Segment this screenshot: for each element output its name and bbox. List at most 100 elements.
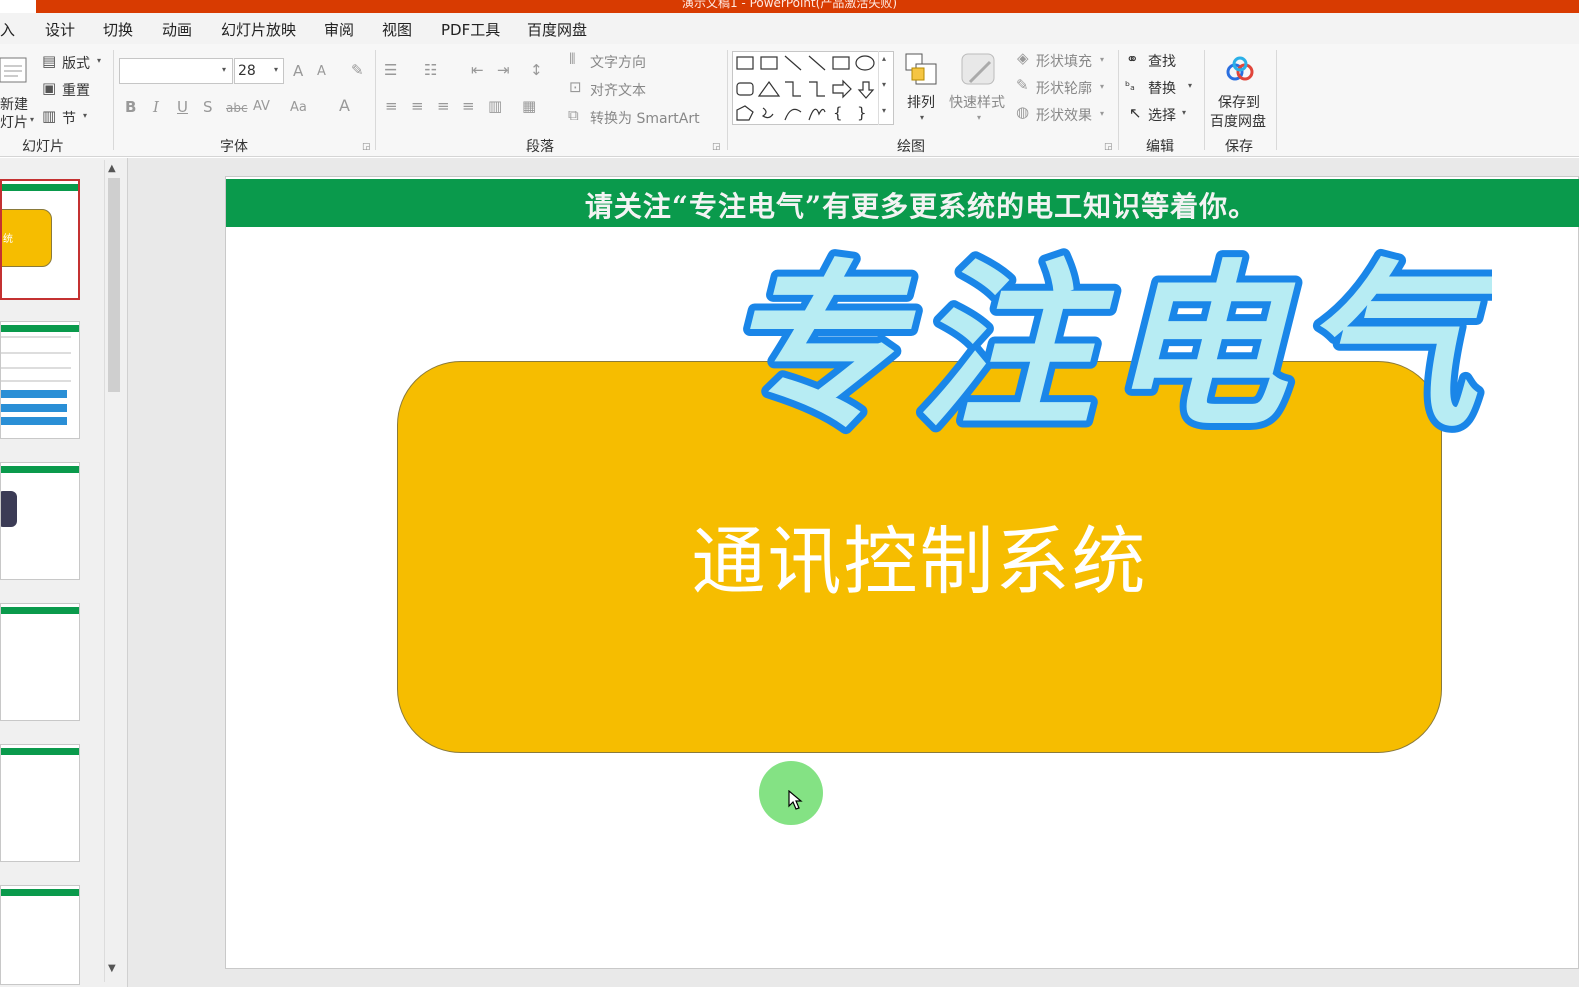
layout-icon: ▤ [42,52,57,70]
quick-styles-icon [961,53,995,85]
char-spacing-button[interactable]: AV [253,100,270,113]
align-text-label: 对齐文本 [590,83,646,99]
replace-icon: ᵇₐ [1125,79,1135,93]
smartart-icon: ⧉ [568,106,579,124]
tab-insert[interactable]: 入 [0,19,15,40]
svg-text:{: { [833,104,843,122]
align-center-icon[interactable]: ≡ [411,99,424,114]
tab-transitions[interactable]: 切换 [103,19,133,40]
font-color-button[interactable]: A [339,98,350,114]
dropdown-arrow-icon: ▾ [1100,82,1105,91]
font-size-input[interactable]: 28 ▾ [234,58,284,84]
group-divider [1204,50,1205,150]
tab-review[interactable]: 审阅 [324,19,354,40]
dropdown-arrow-icon: ▾ [1100,55,1105,64]
mouse-cursor-icon [788,790,803,810]
slide-thumbnail-1[interactable]: 统 [0,179,80,300]
underline-button[interactable]: U [177,100,188,115]
clear-format-icon[interactable]: ✎ [351,63,364,78]
binoculars-icon: ⚭ [1126,50,1139,68]
text-shadow-button[interactable]: S [203,100,213,115]
baidu-cloud-icon [1226,56,1254,81]
change-case-button[interactable]: Aa [290,101,307,114]
shapes-gallery[interactable]: { } [732,51,894,125]
thumbnail-banner [1,325,79,332]
grow-font-button[interactable]: A [293,64,303,79]
scroll-thumb[interactable] [108,178,120,392]
group-label-drawing: 绘图 [897,139,925,155]
svg-text:}: } [857,104,867,122]
thumbnail-banner [2,184,78,191]
font-name-input[interactable]: ▾ [119,58,233,84]
reset-icon: ▣ [42,79,57,97]
tab-animations[interactable]: 动画 [162,19,192,40]
tab-design[interactable]: 设计 [45,19,75,40]
dialog-launcher-icon[interactable]: ◲ [1104,142,1113,152]
slide-thumbnail-4[interactable] [0,603,80,721]
thumbnail-scrollbar[interactable]: ▲ ▼ [104,160,122,982]
group-divider [113,50,114,150]
dropdown-arrow-icon: ▾ [1100,109,1105,118]
slide-thumbnail-5[interactable] [0,744,80,862]
slide-thumbnail-2[interactable] [0,321,80,439]
ribbon: 新建 灯片 ▾ ▤ 版式 ▾ ▣ 重置 ▥ 节 ▾ 幻灯片 ▾ 28 ▾ A A… [0,44,1579,157]
dropdown-arrow-icon: ▾ [97,56,102,65]
distributed-icon[interactable]: ▥ [488,99,502,114]
quick-styles-label: 快速样式 [949,95,1005,111]
numbering-icon[interactable]: ☷ [424,63,437,78]
align-right-icon[interactable]: ≡ [437,99,450,114]
decrease-indent-icon[interactable]: ⇤ [471,63,484,78]
bold-button[interactable]: B [125,100,136,115]
italic-button[interactable]: I [153,100,159,115]
shapes-gallery-icons: { } [736,55,875,122]
shrink-font-button[interactable]: A [317,65,326,78]
find-label: 查找 [1148,54,1176,70]
ribbon-tabs: 入 设计 切换 动画 幻灯片放映 审阅 视图 PDF工具 百度网盘 [0,13,1579,44]
columns-icon[interactable]: ▦ [522,99,536,114]
tab-baidu-netdisk[interactable]: 百度网盘 [527,19,587,40]
section-label: 节 [62,111,76,127]
dialog-launcher-icon[interactable]: ◲ [712,142,721,152]
tab-pdf-tools[interactable]: PDF工具 [441,19,500,40]
window-title: 演示文稿1 - PowerPoint(产品激活失败) [681,0,898,10]
increase-indent-icon[interactable]: ⇥ [497,63,510,78]
dropdown-arrow-icon: ▾ [274,65,279,74]
bullets-icon[interactable]: ☰ [384,63,397,78]
justify-icon[interactable]: ≡ [462,99,475,114]
dropdown-arrow-icon: ▾ [920,113,925,122]
thumbnail-banner [1,466,79,473]
tab-view[interactable]: 视图 [382,19,412,40]
logo-wordart[interactable]: 专注电气 [722,239,1492,454]
paint-bucket-icon: ◈ [1017,49,1029,67]
slide-canvas[interactable]: 请关注“专注电气”有更多更系统的电工知识等着你。 通讯控制系统 专注电气 [225,176,1579,969]
dialog-launcher-icon[interactable]: ◲ [362,142,371,152]
layout-label: 版式 [62,56,90,72]
dropdown-arrow-icon: ▾ [83,111,88,120]
group-label-editing: 编辑 [1146,139,1174,155]
section-icon: ▥ [42,107,57,125]
slide-thumbnail-6[interactable] [0,885,80,985]
group-divider [375,50,376,150]
slide-banner[interactable]: 请关注“专注电气”有更多更系统的电工知识等着你。 [226,179,1579,227]
dropdown-arrow-icon: ▾ [977,113,982,122]
group-divider [1276,50,1277,150]
replace-label: 替换 [1148,81,1176,97]
title-bar: 演示文稿1 - PowerPoint(产品激活失败) [0,0,1579,13]
thumbnail-image [1,491,17,527]
line-spacing-icon[interactable]: ↕ [530,63,543,78]
slide-thumbnail-3[interactable] [0,462,80,580]
scroll-down-icon[interactable]: ▼ [108,963,116,974]
scroll-up-icon[interactable]: ▲ [108,163,116,174]
thumbnail-banner [1,748,79,755]
group-label-slides: 幻灯片 [22,139,64,155]
slide-title: 通讯控制系统 [691,519,1148,605]
smartart-label: 转换为 SmartArt [590,111,700,127]
gallery-scroll[interactable]: ▴ ▾ ▾ [878,51,894,125]
thumbnail-banner [1,607,79,614]
tab-slideshow[interactable]: 幻灯片放映 [221,19,296,40]
strikethrough-button[interactable]: abc [226,102,248,114]
save-label-2: 百度网盘 [1210,114,1266,130]
dropdown-arrow-icon: ▾ [1188,81,1193,90]
align-left-icon[interactable]: ≡ [385,99,398,114]
logo-text: 专注电气 [723,244,1492,451]
